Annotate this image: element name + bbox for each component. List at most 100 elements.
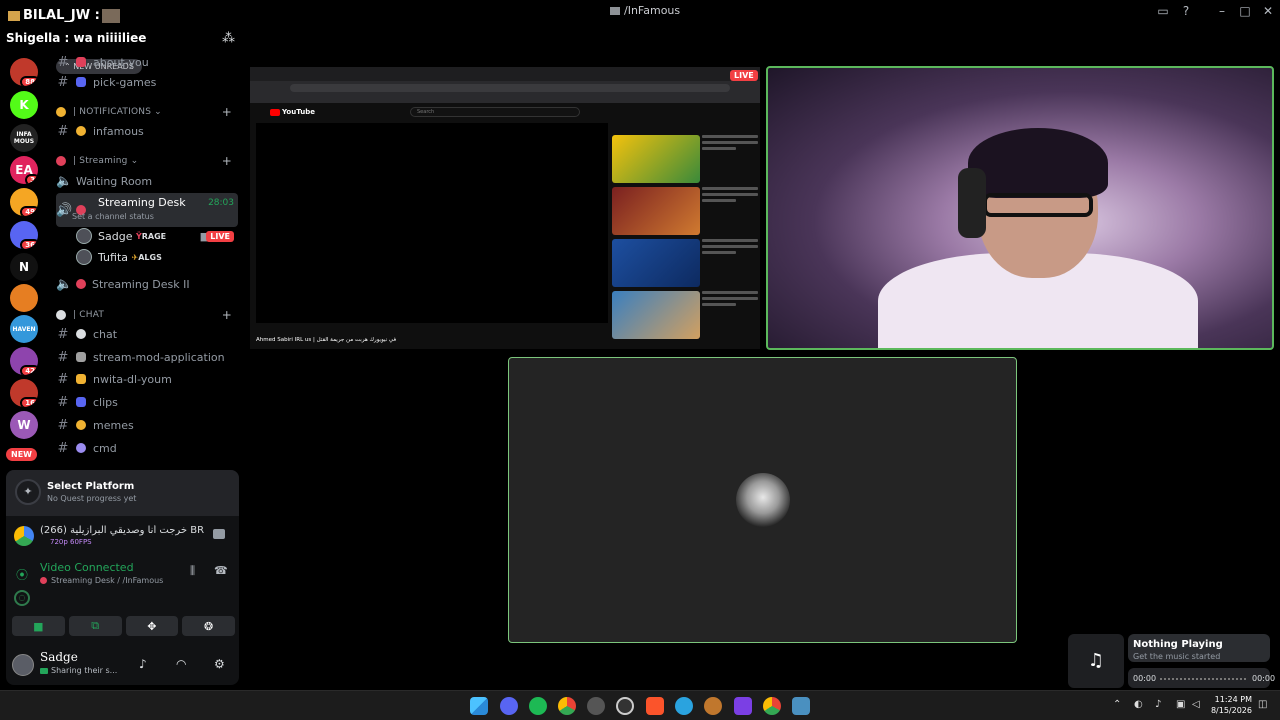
add-member-icon[interactable]: ⁂ [222, 31, 235, 46]
server-n-icon[interactable]: N [10, 253, 38, 281]
steam-icon[interactable] [616, 697, 634, 715]
server-5-icon[interactable]: 49 [10, 188, 38, 216]
network-icon[interactable]: ▣ [1176, 699, 1185, 710]
inbox-icon[interactable]: ▭ [1155, 3, 1171, 19]
chrome-icon[interactable] [558, 697, 576, 715]
activities-button[interactable]: ✥ [125, 616, 179, 636]
robot-icon [76, 443, 86, 453]
channel-clips[interactable]: # clips [56, 392, 238, 412]
category-notifications[interactable]: | NOTIFICATIONS ⌄ + [56, 102, 238, 122]
chrome-profile-icon[interactable] [763, 697, 781, 715]
channel-stream-mod-application[interactable]: # stream-mod-application [56, 347, 238, 367]
now-playing-title: Nothing Playing [1133, 639, 1223, 650]
volume-icon[interactable]: ◁ [1192, 699, 1200, 710]
now-playing-subtitle: Get the music started [1133, 652, 1221, 661]
quest-card[interactable]: ✦ Select Platform No Quest progress yet [6, 470, 239, 516]
voice-member-sadge[interactable]: Sadge ŸRAGE ■ LIVE [76, 226, 238, 246]
category-chat[interactable]: | CHAT + [56, 305, 238, 325]
channel-about-you[interactable]: # about-you [56, 52, 238, 72]
new-servers-badge[interactable]: NEW [6, 448, 37, 461]
spotify-icon[interactable] [529, 697, 547, 715]
mention-badge: 42 [20, 365, 38, 375]
server-kick-icon[interactable]: K [10, 91, 38, 119]
minimize-button[interactable]: – [1214, 3, 1230, 19]
voice-status[interactable]: Video Connected [40, 561, 134, 574]
tray-overflow-icon[interactable]: ⌃ [1113, 699, 1121, 710]
microphone-icon[interactable]: ♪ [139, 657, 147, 671]
webcam-tile[interactable] [766, 66, 1274, 350]
notification-icon[interactable]: ◫ [1258, 699, 1267, 710]
server-ea-icon[interactable]: EA 3 [10, 156, 38, 184]
voice-channel-streaming-desk-ii[interactable]: 🔈 Streaming Desk II [56, 274, 238, 294]
server-infamous-icon[interactable]: INFA MOUS [10, 124, 38, 152]
headphones-icon[interactable]: ◠ [176, 657, 186, 671]
speaker-icon: 🔈 [56, 173, 73, 189]
voice-member-tufita[interactable]: Tufita ✈ALGS [76, 247, 238, 267]
tray-app-icon[interactable]: ◐ [1134, 699, 1143, 710]
title-bar: /InFamous ▭ ? – □ ✕ [0, 0, 1280, 22]
channel-cmd[interactable]: # cmd [56, 438, 238, 458]
stop-stream-icon[interactable] [213, 529, 225, 539]
category-label: | NOTIFICATIONS [73, 107, 152, 117]
channel-status[interactable]: Set a channel status [72, 212, 154, 221]
recommendations [612, 123, 760, 349]
music-note-icon[interactable]: ♫ [1068, 634, 1124, 688]
server-6-icon[interactable]: 36 [10, 221, 38, 249]
close-button[interactable]: ✕ [1260, 3, 1276, 19]
channel-nwita-dl-youm[interactable]: # nwita-dl-youm [56, 369, 238, 389]
channel-chat[interactable]: # chat [56, 324, 238, 344]
avatar[interactable] [12, 654, 34, 676]
server-8-icon[interactable] [10, 284, 38, 312]
server-11-icon[interactable]: 16 [10, 379, 38, 407]
channel-infamous[interactable]: # infamous [56, 121, 238, 141]
channel-memes[interactable]: # memes [56, 415, 238, 435]
soundboard-button[interactable]: ❂ [182, 616, 235, 636]
activity-card[interactable]: (266) خرجت أنا وصديقي البرازيلية BR 720p… [6, 518, 239, 554]
add-channel-icon[interactable]: + [222, 154, 232, 168]
progress-track[interactable] [1160, 678, 1246, 680]
twitch-icon[interactable] [734, 697, 752, 715]
disconnect-icon[interactable]: ☎ [214, 564, 228, 577]
screenshare-button[interactable]: ⧉ [68, 616, 122, 636]
server-1-icon[interactable]: 88 [10, 58, 38, 86]
server-label: W [17, 418, 31, 432]
hash-icon: # [57, 74, 69, 90]
obs-icon[interactable] [587, 697, 605, 715]
bell-icon [76, 126, 86, 136]
browser-url-bar [290, 84, 730, 92]
server-label: INFA MOUS [13, 131, 35, 145]
windows-start-icon[interactable] [470, 697, 488, 715]
loading-icon: ◌ [14, 590, 30, 606]
add-channel-icon[interactable]: + [222, 308, 232, 322]
server-w-icon[interactable]: W [10, 411, 38, 439]
discord-icon[interactable] [500, 697, 518, 715]
system-clock[interactable]: 11:24 PM 8/15/2026 [1210, 694, 1252, 716]
voice-channel-waiting-room[interactable]: 🔈 Waiting Room [56, 171, 238, 191]
noise-suppression-icon[interactable]: ⫼ [190, 564, 195, 578]
server-haven-icon[interactable]: HAVEN [10, 315, 38, 343]
maximize-button[interactable]: □ [1237, 3, 1253, 19]
app-icon[interactable] [704, 697, 722, 715]
help-icon[interactable]: ? [1178, 3, 1194, 19]
category-streaming[interactable]: | Streaming ⌄ + [56, 151, 238, 171]
video-thumbnail [612, 291, 700, 339]
add-channel-icon[interactable]: + [222, 105, 232, 119]
telegram-icon[interactable] [675, 697, 693, 715]
speaking-overlay-1: BILAL_JW : [8, 8, 120, 23]
speaking-overlay-2: Shigella : wa niiiiliee [6, 31, 147, 45]
channel-list: ⌃ NEW UNREADS # about-you # pick-games | N… [48, 52, 243, 472]
speaker-icon: 🔈 [56, 276, 73, 292]
remote-desktop-icon[interactable] [792, 697, 810, 715]
channel-pick-games[interactable]: # pick-games [56, 72, 238, 92]
participant-tile[interactable] [508, 357, 1017, 643]
tray-mic-icon[interactable]: ♪ [1155, 699, 1161, 710]
voice-channel-streaming-desk[interactable]: 🔊 Streaming Desk 28:03 Set a channel sta… [56, 193, 238, 227]
camera-button[interactable]: ■ [12, 616, 65, 636]
live-badge: LIVE [206, 230, 234, 242]
screenshare-tile[interactable]: YouTube Search في نيويورك هربت من جريمة … [250, 67, 760, 349]
stream-quality: 720p 60FPS [50, 538, 92, 546]
gear-icon[interactable]: ⚙ [214, 657, 225, 671]
avatar [76, 228, 92, 244]
brave-icon[interactable] [646, 697, 664, 715]
server-10-icon[interactable]: 42 [10, 347, 38, 375]
